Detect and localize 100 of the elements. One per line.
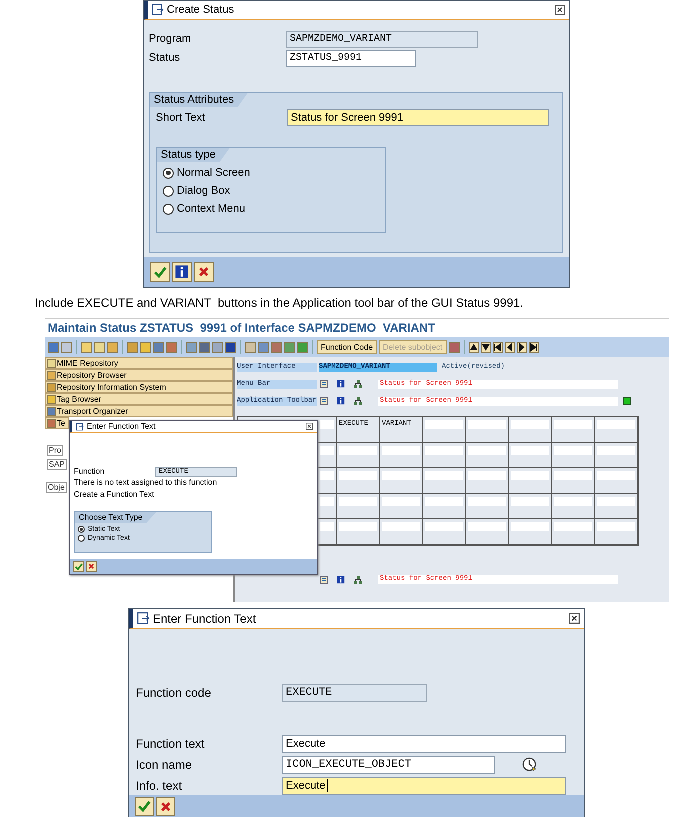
tool-icon[interactable] <box>199 342 210 352</box>
cancel-button[interactable] <box>194 262 214 282</box>
close-icon[interactable] <box>306 423 313 430</box>
nav-item[interactable]: MIME Repository <box>45 357 233 369</box>
close-icon[interactable] <box>569 613 580 624</box>
nav-item[interactable]: Transport Organizer <box>45 405 233 417</box>
empty-cell[interactable] <box>511 471 549 480</box>
tool-icon[interactable] <box>297 342 308 352</box>
hierarchy-icon[interactable] <box>354 576 362 584</box>
empty-cell[interactable] <box>511 522 549 532</box>
empty-cell[interactable] <box>554 522 592 532</box>
empty-cell[interactable] <box>468 446 506 455</box>
empty-cell[interactable] <box>597 522 635 532</box>
radio-button[interactable] <box>163 204 174 214</box>
tool-icon[interactable] <box>140 342 151 352</box>
empty-cell[interactable] <box>425 522 463 532</box>
empty-cell[interactable] <box>320 522 334 532</box>
confirm-button[interactable] <box>73 561 84 572</box>
empty-cell[interactable] <box>425 471 463 480</box>
display-field[interactable]: SAPMZDEMO_VARIANT <box>286 30 478 48</box>
radio-option[interactable]: Context Menu <box>163 203 246 215</box>
arrow-icon[interactable] <box>492 342 503 352</box>
info-button[interactable] <box>172 262 192 282</box>
empty-cell[interactable] <box>382 496 420 506</box>
radio-button[interactable] <box>78 535 85 542</box>
tool-icon[interactable] <box>186 342 197 352</box>
hierarchy-icon[interactable] <box>354 397 362 405</box>
empty-cell[interactable] <box>339 446 377 455</box>
empty-cell[interactable] <box>597 420 635 429</box>
tool-icon[interactable] <box>245 342 256 352</box>
empty-cell[interactable] <box>320 446 334 455</box>
empty-cell[interactable] <box>382 471 420 480</box>
tool-icon[interactable] <box>271 342 282 352</box>
close-icon[interactable] <box>555 5 565 15</box>
arrow-icon[interactable] <box>504 342 515 352</box>
tool-icon[interactable] <box>166 342 177 352</box>
empty-cell[interactable] <box>339 471 377 480</box>
empty-cell[interactable] <box>425 496 463 506</box>
display-field[interactable]: EXECUTE <box>282 684 427 702</box>
empty-cell[interactable] <box>425 420 463 429</box>
tool-icon[interactable] <box>61 342 72 352</box>
empty-cell[interactable] <box>597 471 635 480</box>
nav-item[interactable]: Repository Information System <box>45 381 233 393</box>
empty-cell[interactable] <box>554 496 592 506</box>
empty-cell[interactable] <box>554 446 592 455</box>
empty-cell[interactable] <box>511 446 549 455</box>
tool-icon[interactable] <box>448 342 460 352</box>
empty-cell[interactable] <box>382 446 420 455</box>
tool-icon[interactable] <box>284 342 295 352</box>
input-field[interactable]: Execute <box>282 734 566 752</box>
nav-item[interactable]: Tag Browser <box>45 393 233 405</box>
input-field[interactable]: Execute <box>282 776 566 794</box>
empty-cell[interactable] <box>468 471 506 480</box>
empty-cell[interactable] <box>468 420 506 429</box>
empty-cell[interactable] <box>320 420 334 429</box>
empty-cell[interactable] <box>425 446 463 455</box>
empty-cell[interactable] <box>339 496 377 506</box>
empty-cell[interactable] <box>554 471 592 480</box>
radio-option[interactable]: Normal Screen <box>163 167 250 179</box>
arrow-icon[interactable] <box>528 342 539 352</box>
arrow-icon[interactable] <box>480 342 491 352</box>
empty-cell[interactable] <box>597 446 635 455</box>
clock-icon[interactable] <box>522 757 537 772</box>
hierarchy-icon[interactable] <box>354 380 362 388</box>
input-field[interactable]: ZSTATUS_9991 <box>286 50 416 66</box>
radio-option[interactable]: Dialog Box <box>163 185 230 197</box>
cancel-button[interactable] <box>156 797 175 816</box>
tool-icon[interactable] <box>94 342 105 352</box>
confirm-button[interactable] <box>150 262 170 282</box>
tool-icon[interactable] <box>127 342 138 352</box>
tool-icon[interactable] <box>81 342 92 352</box>
empty-cell[interactable] <box>511 496 549 506</box>
cancel-button[interactable] <box>86 561 97 572</box>
toolbar-button[interactable]: Function Code <box>317 340 378 354</box>
empty-cell[interactable] <box>339 522 377 532</box>
document-icon[interactable] <box>320 576 328 584</box>
arrow-icon[interactable] <box>516 342 527 352</box>
tool-icon[interactable] <box>48 342 59 352</box>
empty-cell[interactable] <box>597 496 635 506</box>
input-field[interactable]: ICON_EXECUTE_OBJECT <box>282 756 495 774</box>
nav-item[interactable]: Te <box>45 417 69 429</box>
tool-icon[interactable] <box>107 342 118 352</box>
document-icon[interactable] <box>320 380 328 388</box>
tool-icon[interactable] <box>258 342 269 352</box>
empty-cell[interactable] <box>468 522 506 532</box>
document-icon[interactable] <box>320 397 328 405</box>
tool-icon[interactable] <box>225 342 236 352</box>
empty-cell[interactable] <box>320 496 334 506</box>
empty-cell[interactable] <box>511 420 549 429</box>
arrow-icon[interactable] <box>468 342 479 352</box>
empty-cell[interactable] <box>320 471 334 480</box>
radio-button[interactable] <box>163 186 174 196</box>
nav-item[interactable]: Repository Browser <box>45 369 233 381</box>
empty-cell[interactable] <box>468 496 506 506</box>
empty-cell[interactable] <box>382 522 420 532</box>
empty-cell[interactable] <box>554 420 592 429</box>
confirm-button[interactable] <box>135 797 154 816</box>
tool-icon[interactable] <box>153 342 164 352</box>
input-field[interactable]: Status for Screen 9991 <box>287 109 549 126</box>
radio-button[interactable] <box>78 526 85 533</box>
